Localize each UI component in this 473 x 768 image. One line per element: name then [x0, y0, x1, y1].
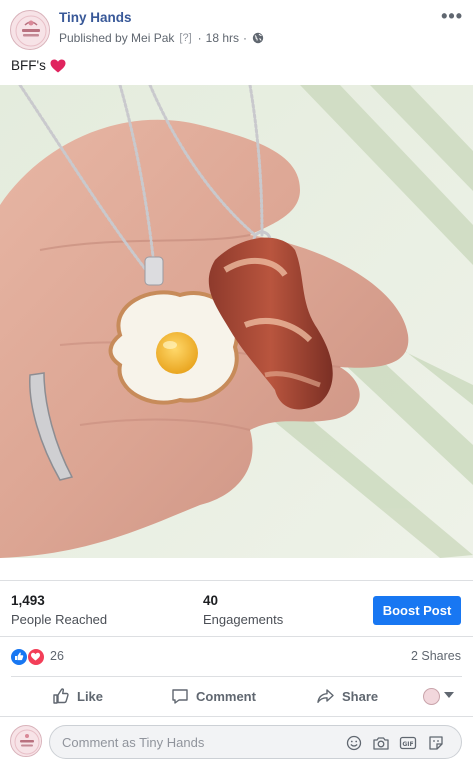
emoji-icon[interactable] — [345, 735, 363, 751]
camera-icon[interactable] — [372, 735, 390, 751]
post-insights: 1,493 People Reached 40 Engagements Boos… — [0, 582, 473, 634]
comment-placeholder: Comment as Tiny Hands — [62, 735, 205, 750]
thumbs-up-glyph-icon — [15, 652, 24, 661]
post-meta: Published by Mei Pak [?] · 18 hrs · — [59, 31, 264, 45]
post-header: Tiny Hands Published by Mei Pak [?] · 18… — [0, 0, 473, 56]
love-reaction-icon[interactable] — [27, 648, 45, 666]
boost-post-button[interactable]: Boost Post — [373, 596, 461, 625]
comment-icon — [172, 689, 188, 704]
comment-label: Comment — [196, 688, 256, 704]
post-timestamp[interactable]: 18 hrs — [206, 31, 239, 45]
comment-composer: Comment as Tiny Hands GIF — [0, 721, 473, 765]
meta-separator: · — [197, 31, 202, 45]
commenter-avatar — [10, 725, 42, 757]
share-label: Share — [342, 688, 379, 704]
divider-top-stats — [0, 580, 473, 581]
post-photo[interactable] — [0, 85, 473, 558]
shares-count[interactable]: 2 Shares — [411, 649, 461, 663]
comment-input[interactable]: Comment as Tiny Hands GIF — [49, 725, 462, 759]
chevron-down-icon[interactable] — [444, 692, 454, 698]
page-name-link[interactable]: Tiny Hands — [59, 10, 132, 25]
divider-stats-reactions — [0, 636, 473, 637]
divider-actions-composer — [0, 716, 473, 717]
like-button[interactable]: Like — [52, 677, 103, 715]
page-avatar[interactable] — [10, 10, 50, 50]
sticker-icon[interactable] — [427, 735, 445, 751]
more-options-icon[interactable]: ••• — [441, 6, 463, 27]
page-logo-icon — [12, 12, 49, 49]
engagements-label: Engagements — [203, 612, 284, 627]
like-label: Like — [77, 688, 104, 704]
gif-icon[interactable]: GIF — [399, 735, 417, 751]
published-by[interactable]: Published by Mei Pak — [59, 31, 174, 45]
people-reached-value: 1,493 — [11, 593, 45, 608]
comment-button[interactable]: Comment — [171, 677, 256, 715]
meta-separator-2: · — [243, 31, 247, 45]
reaction-count[interactable]: 26 — [50, 649, 64, 663]
reactions-bar: 26 2 Shares — [0, 641, 473, 671]
red-heart-icon — [50, 59, 66, 72]
heart-glyph-icon — [31, 652, 40, 661]
svg-text:GIF: GIF — [402, 741, 413, 748]
share-button[interactable]: Share — [316, 677, 378, 715]
post-caption: BFF's — [11, 58, 66, 73]
globe-icon[interactable] — [252, 32, 264, 44]
people-reached-label: People Reached — [11, 612, 108, 627]
action-bar: Like Comment Share — [0, 677, 473, 715]
page-avatar-selector[interactable] — [423, 688, 440, 705]
engagements-value: 40 — [203, 593, 219, 608]
page-logo-icon — [12, 727, 41, 756]
caption-text: BFF's — [11, 58, 46, 73]
like-icon — [53, 688, 69, 704]
help-marker[interactable]: [?] — [179, 32, 191, 44]
like-reaction-icon[interactable] — [10, 648, 28, 666]
necklace-photo-image — [0, 85, 473, 558]
share-icon — [317, 689, 334, 703]
